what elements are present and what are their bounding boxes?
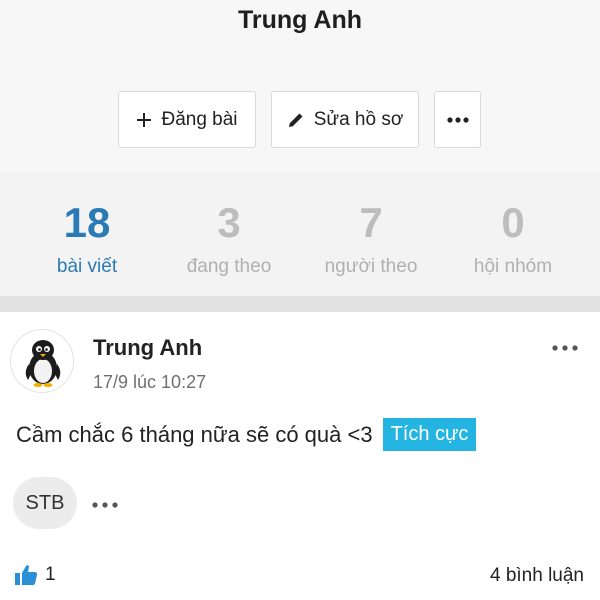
stat-groups[interactable]: 0 hội nhóm <box>438 172 588 278</box>
plus-icon <box>137 112 152 127</box>
post-card: Trung Anh 17/9 lúc 10:27 Cầm chắc 6 thán… <box>0 312 600 600</box>
stat-following-count: 3 <box>217 199 241 246</box>
stat-followers-label: người theo <box>324 256 418 277</box>
stat-posts-count: 18 <box>63 199 111 246</box>
edit-profile-label: Sửa hồ sơ <box>313 108 404 130</box>
post-author[interactable]: Trung Anh <box>93 335 202 361</box>
section-divider <box>0 296 600 312</box>
pencil-icon <box>288 113 303 127</box>
comment-count[interactable]: 4 bình luận <box>490 565 584 587</box>
stat-posts[interactable]: 18 bài viết <box>12 172 162 278</box>
chip-more-button[interactable] <box>92 495 118 513</box>
profile-header: Trung Anh Đăng bài Sửa hồ sơ <box>0 0 600 172</box>
thumbs-up-icon <box>15 565 38 585</box>
more-dots-icon <box>552 345 578 351</box>
create-post-label: Đăng bài <box>161 108 238 130</box>
stat-followers[interactable]: 7 người theo <box>296 172 446 278</box>
create-post-button[interactable]: Đăng bài <box>118 91 256 148</box>
stat-posts-label: bài viết <box>56 256 118 277</box>
stat-followers-count: 7 <box>359 199 383 246</box>
post-menu-button[interactable] <box>552 338 578 356</box>
profile-stats: 18 bài viết 3 đang theo 7 người theo 0 h… <box>0 172 600 296</box>
post-timestamp: 17/9 lúc 10:27 <box>93 372 207 392</box>
stat-following-label: đang theo <box>186 256 272 277</box>
post-body: Cầm chắc 6 tháng nữa sẽ có quà <3 Tích c… <box>16 418 477 451</box>
stock-chip[interactable]: STB <box>13 477 77 529</box>
stat-groups-label: hội nhóm <box>473 256 553 277</box>
penguin-avatar <box>25 340 61 387</box>
stat-groups-count: 0 <box>501 199 525 246</box>
stat-following[interactable]: 3 đang theo <box>154 172 304 278</box>
more-dots-icon <box>92 502 118 508</box>
like-button[interactable]: 1 <box>14 564 56 586</box>
like-count: 1 <box>45 564 56 585</box>
sentiment-tag: Tích cực <box>382 418 477 451</box>
post-text: Cầm chắc 6 tháng nữa sẽ có quà <3 <box>16 421 373 447</box>
profile-name: Trung Anh <box>237 6 363 34</box>
author-avatar[interactable] <box>10 329 74 393</box>
more-dots-icon <box>446 116 469 123</box>
edit-profile-button[interactable]: Sửa hồ sơ <box>271 91 419 148</box>
more-options-button[interactable] <box>434 91 481 148</box>
